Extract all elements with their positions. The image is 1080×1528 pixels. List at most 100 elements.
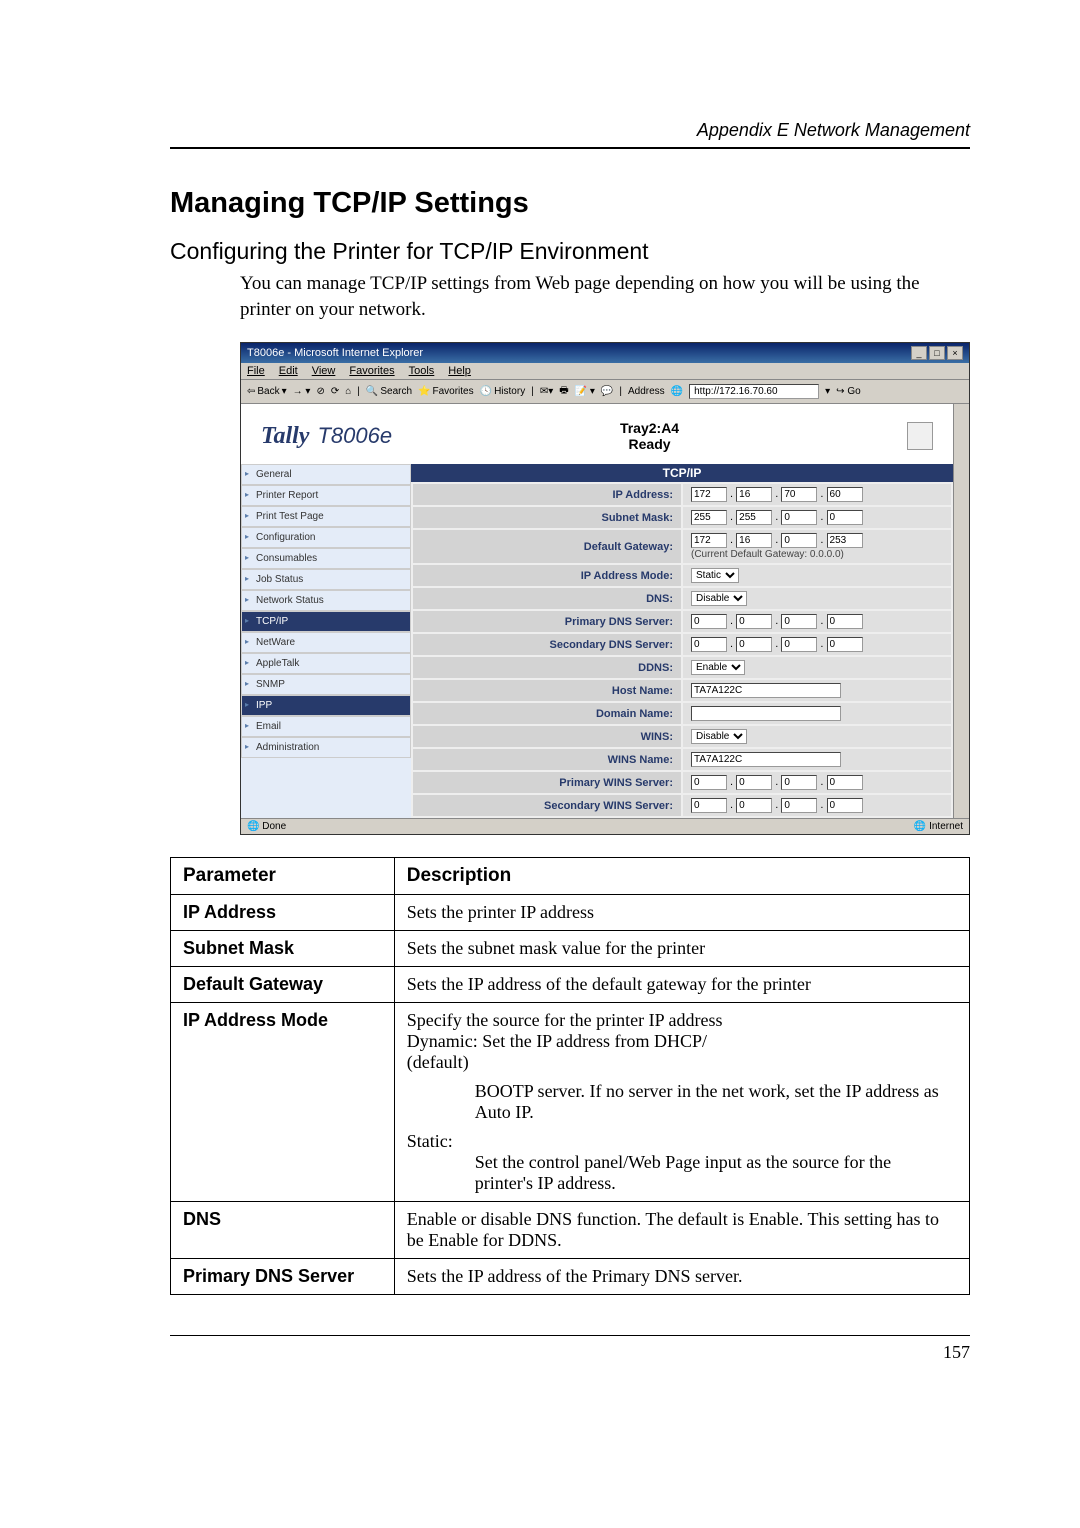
row-dns-name: DNS — [171, 1202, 395, 1259]
print-icon[interactable]: 🖶 — [559, 383, 568, 400]
pdns-oct-1[interactable] — [691, 614, 727, 629]
sdns-oct-2[interactable] — [736, 637, 772, 652]
swins-oct-4[interactable] — [827, 798, 863, 813]
pwins-oct-2[interactable] — [736, 775, 772, 790]
search-button[interactable]: 🔍 Search — [366, 386, 412, 397]
swins-oct-1[interactable] — [691, 798, 727, 813]
stop-button[interactable]: ⊘ — [316, 386, 324, 397]
back-button[interactable]: ⇦ Back ▾ — [247, 386, 287, 397]
row-gateway-desc: Sets the IP address of the default gatew… — [394, 967, 969, 1003]
row-dns-desc: Enable or disable DNS function. The defa… — [394, 1202, 969, 1259]
pwins-oct-1[interactable] — [691, 775, 727, 790]
close-button[interactable]: × — [947, 346, 963, 360]
sdns-oct-1[interactable] — [691, 637, 727, 652]
status-zone: 🌐 Internet — [914, 821, 963, 832]
printer-status: Tray2:A4 Ready — [392, 420, 907, 452]
row-pdns-name: Primary DNS Server — [171, 1259, 395, 1295]
host-input[interactable] — [691, 683, 841, 698]
dns-select[interactable]: Disable — [691, 591, 747, 606]
maximize-button[interactable]: □ — [929, 346, 945, 360]
home-button[interactable]: ⌂ — [345, 386, 351, 397]
pdns-oct-4[interactable] — [827, 614, 863, 629]
label-wins: WINS: — [413, 726, 681, 747]
row-ip-desc: Sets the printer IP address — [394, 895, 969, 931]
label-domain: Domain Name: — [413, 703, 681, 724]
label-dns: DNS: — [413, 588, 681, 609]
browser-screenshot: T8006e - Microsoft Internet Explorer _ □… — [240, 342, 970, 835]
pdns-oct-3[interactable] — [781, 614, 817, 629]
gw-oct-4[interactable] — [827, 533, 863, 548]
ip-oct-4[interactable] — [827, 487, 863, 502]
pwins-oct-4[interactable] — [827, 775, 863, 790]
sidebar-item-printer-report[interactable]: Printer Report — [241, 485, 411, 506]
sidebar-item-consumables[interactable]: Consumables — [241, 548, 411, 569]
menu-tools[interactable]: Tools — [409, 365, 435, 377]
subnet-oct-2[interactable] — [736, 510, 772, 525]
label-swins: Secondary WINS Server: — [413, 795, 681, 816]
domain-input[interactable] — [691, 706, 841, 721]
go-button[interactable]: ↪ Go — [836, 386, 861, 397]
history-button[interactable]: 🕓 History — [480, 386, 526, 397]
subnet-oct-4[interactable] — [827, 510, 863, 525]
subnet-oct-1[interactable] — [691, 510, 727, 525]
row-pdns-desc: Sets the IP address of the Primary DNS s… — [394, 1259, 969, 1295]
swins-oct-3[interactable] — [781, 798, 817, 813]
ip-oct-3[interactable] — [781, 487, 817, 502]
menu-help[interactable]: Help — [448, 365, 471, 377]
heading-2: Configuring the Printer for TCP/IP Envir… — [170, 238, 970, 265]
sidebar-item-email[interactable]: Email — [241, 716, 411, 737]
address-dropdown[interactable]: ▾ — [825, 386, 830, 397]
sidebar-item-netware[interactable]: NetWare — [241, 632, 411, 653]
sidebar-item-print-test[interactable]: Print Test Page — [241, 506, 411, 527]
brand-logo: Tally — [261, 423, 309, 450]
ddns-select[interactable]: Enable — [691, 660, 745, 675]
sidebar-item-general[interactable]: General — [241, 464, 411, 485]
parameter-table: Parameter Description IP Address Sets th… — [170, 857, 970, 1295]
sidebar-item-snmp[interactable]: SNMP — [241, 674, 411, 695]
minimize-button[interactable]: _ — [911, 346, 927, 360]
sidebar-item-configuration[interactable]: Configuration — [241, 527, 411, 548]
menu-favorites[interactable]: Favorites — [349, 365, 394, 377]
pwins-oct-3[interactable] — [781, 775, 817, 790]
scrollbar[interactable] — [953, 404, 969, 818]
discuss-icon[interactable]: 💬 — [601, 386, 613, 397]
refresh-button[interactable]: ⟳ — [331, 386, 339, 397]
gw-oct-2[interactable] — [736, 533, 772, 548]
row-mode-desc: Specify the source for the printer IP ad… — [394, 1003, 969, 1202]
wins-name-input[interactable] — [691, 752, 841, 767]
printer-icon — [907, 422, 933, 450]
label-pwins: Primary WINS Server: — [413, 772, 681, 793]
sidebar-item-ipp[interactable]: IPP — [241, 695, 411, 716]
favorites-button[interactable]: ⭐ Favorites — [418, 386, 474, 397]
sidebar-item-tcpip[interactable]: TCP/IP — [241, 611, 411, 632]
row-gateway-name: Default Gateway — [171, 967, 395, 1003]
forward-button[interactable]: → ▾ — [293, 386, 311, 397]
menu-view[interactable]: View — [312, 365, 336, 377]
gw-oct-3[interactable] — [781, 533, 817, 548]
label-ip-address: IP Address: — [413, 484, 681, 505]
ip-oct-2[interactable] — [736, 487, 772, 502]
th-description: Description — [394, 858, 969, 895]
mail-icon[interactable]: ✉▾ — [540, 386, 553, 397]
label-ip-mode: IP Address Mode: — [413, 565, 681, 586]
menu-edit[interactable]: Edit — [279, 365, 298, 377]
label-ddns: DDNS: — [413, 657, 681, 678]
address-input[interactable]: http://172.16.70.60 — [689, 384, 819, 399]
window-title: T8006e - Microsoft Internet Explorer — [247, 347, 423, 359]
ip-oct-1[interactable] — [691, 487, 727, 502]
ip-mode-select[interactable]: Static — [691, 568, 739, 583]
wins-select[interactable]: Disable — [691, 729, 747, 744]
sidebar-item-admin[interactable]: Administration — [241, 737, 411, 758]
menu-file[interactable]: File — [247, 365, 265, 377]
sdns-oct-3[interactable] — [781, 637, 817, 652]
sidebar-item-appletalk[interactable]: AppleTalk — [241, 653, 411, 674]
sidebar-item-network-status[interactable]: Network Status — [241, 590, 411, 611]
pdns-oct-2[interactable] — [736, 614, 772, 629]
swins-oct-2[interactable] — [736, 798, 772, 813]
model-label: T8006e — [317, 423, 392, 449]
edit-icon[interactable]: 📝 ▾ — [575, 386, 595, 397]
sdns-oct-4[interactable] — [827, 637, 863, 652]
subnet-oct-3[interactable] — [781, 510, 817, 525]
sidebar-item-job-status[interactable]: Job Status — [241, 569, 411, 590]
gw-oct-1[interactable] — [691, 533, 727, 548]
